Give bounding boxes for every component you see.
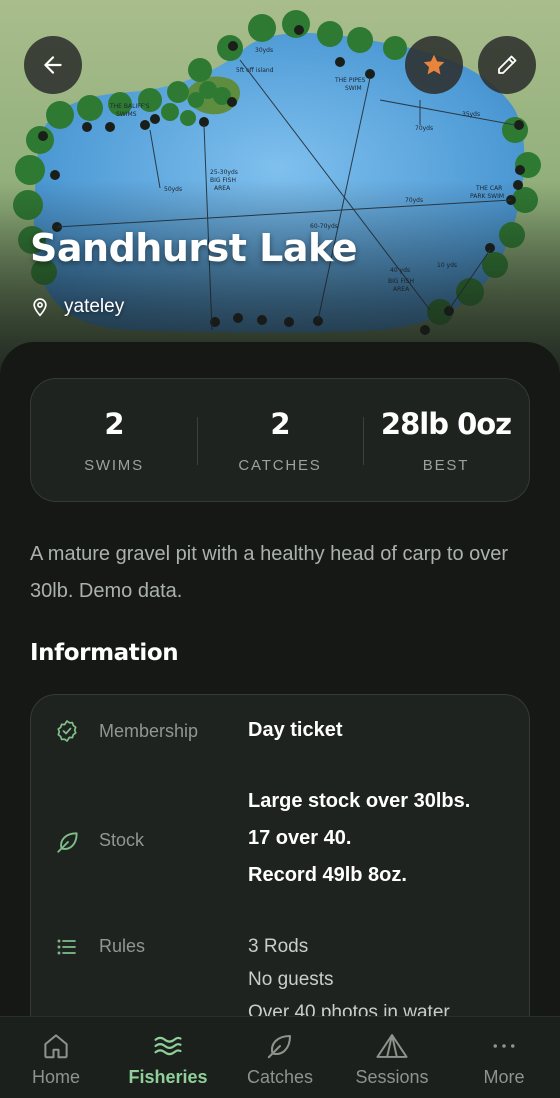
leaf-icon	[267, 1035, 291, 1059]
stat-swims: 2 SWIMS	[31, 379, 197, 501]
map-pin-icon	[33, 298, 47, 317]
fishery-title: Sandhurst Lake	[30, 226, 358, 270]
location-label: yateley	[64, 296, 125, 317]
badge-check-icon	[57, 720, 77, 742]
fishery-description: A mature gravel pit with a healthy head …	[30, 543, 509, 602]
more-icon	[493, 1044, 515, 1048]
nav-catches[interactable]: Catches	[224, 1017, 336, 1098]
star-icon	[423, 54, 445, 75]
back-button[interactable]	[24, 36, 82, 94]
svg-text:SWIM: SWIM	[345, 85, 362, 92]
nav-fisheries[interactable]: Fisheries	[112, 1017, 224, 1098]
stat-label: BEST	[422, 456, 470, 474]
info-value: Day ticket	[248, 719, 343, 741]
nav-home[interactable]: Home	[0, 1017, 112, 1098]
stats-card: 2 SWIMS 2 CATCHES 28lb 0oz BEST	[30, 378, 530, 502]
svg-text:THE BALIFF'S: THE BALIFF'S	[109, 103, 150, 110]
nav-sessions[interactable]: Sessions	[336, 1017, 448, 1098]
detail-sheet: 2 SWIMS 2 CATCHES 28lb 0oz BEST A mature…	[0, 342, 560, 1098]
pencil-icon	[498, 55, 517, 74]
svg-text:SWIMS: SWIMS	[116, 111, 137, 118]
waves-icon	[154, 1036, 182, 1056]
svg-text:5ft off island: 5ft off island	[236, 67, 274, 74]
svg-text:THE PIPES: THE PIPES	[334, 77, 366, 84]
stat-value: 2	[104, 406, 124, 441]
tent-icon	[376, 1034, 408, 1058]
info-value-stock: Large stock over 30lbs. 17 over 40. Reco…	[248, 783, 518, 894]
home-icon	[44, 1034, 68, 1059]
leaf-icon	[57, 832, 78, 853]
stock-line: Record 49lb 8oz.	[248, 864, 407, 886]
stat-label: CATCHES	[238, 456, 322, 474]
stock-line: Large stock over 30lbs.	[248, 790, 471, 812]
stat-catches: 2 CATCHES	[197, 379, 363, 501]
info-key: Stock	[99, 830, 145, 850]
stat-value: 28lb 0oz	[380, 406, 512, 441]
favourite-button[interactable]	[405, 36, 463, 94]
svg-text:35yds: 35yds	[462, 111, 480, 118]
svg-text:30yds: 30yds	[255, 47, 273, 54]
svg-text:70yds: 70yds	[415, 125, 433, 132]
info-key: Rules	[99, 936, 146, 956]
nav-label: Catches	[246, 1067, 314, 1087]
bottom-navigation: Home Fisheries Catches Sessions More	[0, 1016, 560, 1098]
edit-button[interactable]	[478, 36, 536, 94]
nav-label: Sessions	[355, 1067, 429, 1087]
svg-text:25-30yds: 25-30yds	[210, 169, 238, 176]
nav-more[interactable]: More	[448, 1017, 560, 1098]
arrow-left-icon	[44, 56, 62, 74]
rule-line: No guests	[248, 969, 334, 990]
list-icon	[57, 939, 76, 955]
hero-map: THE BALIFF'SSWIMS THE PIPESSWIM THE CARP…	[0, 0, 560, 380]
nav-label: Fisheries	[128, 1067, 208, 1087]
info-value-rules: 3 Rods No guests Over 40 photos in water	[248, 930, 518, 1029]
location-row: yateley	[30, 296, 124, 318]
rule-line: 3 Rods	[248, 936, 309, 957]
nav-label: Home	[31, 1067, 80, 1087]
stat-value: 2	[270, 406, 290, 441]
stock-line: 17 over 40.	[248, 827, 352, 849]
information-heading: Information	[30, 640, 179, 666]
stat-best: 28lb 0oz BEST	[363, 379, 529, 501]
nav-label: More	[483, 1067, 525, 1087]
stat-label: SWIMS	[84, 456, 144, 474]
info-key: Membership	[99, 721, 199, 741]
